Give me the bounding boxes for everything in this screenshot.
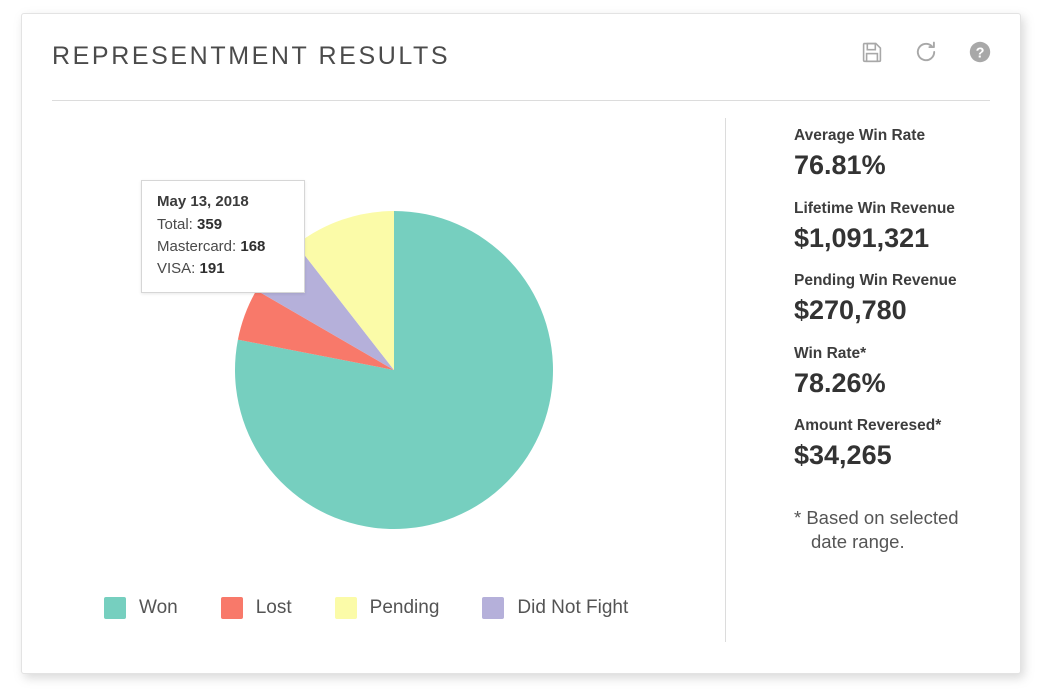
stat-value: $34,265	[794, 440, 892, 471]
chart-legend: Won Lost Pending Did Not Fight	[104, 597, 628, 619]
footnote-line-1: * Based on selected	[794, 506, 959, 528]
legend-swatch-lost	[220, 597, 243, 619]
tooltip-row-visa-value: 191	[199, 260, 225, 278]
header-icon-group: ?	[860, 40, 992, 64]
help-icon[interactable]: ?	[968, 40, 992, 64]
legend-item-pending[interactable]: Pending	[334, 597, 440, 619]
stat-label: Amount Reveresed*	[794, 417, 942, 435]
tooltip-row-mastercard: Mastercard: 168	[157, 236, 290, 258]
stat-win-rate: Win Rate* 78.26%	[794, 344, 1014, 402]
stat-amount-reversed: Amount Reveresed* $34,265	[794, 416, 1014, 474]
stat-value: $270,780	[794, 295, 907, 326]
stat-label: Lifetime Win Revenue	[794, 199, 955, 217]
stat-value: $1,091,321	[794, 222, 930, 253]
stats-panel: Average Win Rate 76.81% Lifetime Win Rev…	[794, 126, 1014, 553]
footnote: * Based on selected date range.	[794, 506, 1004, 553]
stat-label: Win Rate*	[794, 344, 867, 362]
chart-area: May 13, 2018 Total: 359 Mastercard: 168 …	[22, 101, 725, 661]
page-title: REPRESENTMENT RESULTS	[52, 42, 451, 70]
tooltip-row-mastercard-label: Mastercard:	[157, 238, 237, 256]
pie-tooltip: May 13, 2018 Total: 359 Mastercard: 168 …	[141, 180, 305, 294]
tooltip-row-visa: VISA: 191	[157, 258, 290, 280]
legend-item-lost[interactable]: Lost	[220, 597, 292, 619]
save-icon[interactable]	[860, 40, 884, 64]
vertical-divider	[725, 118, 726, 642]
legend-item-won[interactable]: Won	[104, 597, 178, 619]
legend-swatch-won	[104, 597, 126, 619]
tooltip-row-total-value: 359	[197, 216, 223, 233]
legend-label-pending: Pending	[369, 597, 440, 618]
legend-swatch-pending	[334, 597, 357, 619]
tooltip-row-total-label: Total:	[157, 216, 193, 233]
refresh-icon[interactable]	[914, 40, 938, 64]
stat-label: Pending Win Revenue	[794, 272, 957, 290]
legend-item-did-not-fight[interactable]: Did Not Fight	[482, 597, 628, 619]
stat-lifetime-win-revenue: Lifetime Win Revenue $1,091,321	[794, 199, 1014, 257]
tooltip-row-total: Total: 359	[157, 214, 290, 236]
tooltip-row-mastercard-value: 168	[240, 238, 266, 256]
representment-results-card: REPRESENTMENT RESULTS ? May 13, 2018 Tot…	[21, 13, 1021, 674]
legend-label-won: Won	[139, 597, 178, 618]
footnote-line-2: date range.	[811, 530, 905, 552]
tooltip-row-visa-label: VISA:	[157, 260, 196, 278]
stat-pending-win-revenue: Pending Win Revenue $270,780	[794, 271, 1014, 329]
svg-text:?: ?	[976, 45, 985, 61]
stat-value: 76.81%	[794, 150, 886, 181]
legend-label-did-not-fight: Did Not Fight	[517, 597, 629, 618]
stat-label: Average Win Rate	[794, 127, 926, 144]
card-header: REPRESENTMENT RESULTS ?	[22, 14, 1020, 101]
card-body: May 13, 2018 Total: 359 Mastercard: 168 …	[22, 101, 1020, 673]
legend-label-lost: Lost	[255, 597, 292, 618]
stat-value: 78.26%	[794, 367, 886, 398]
stat-average-win-rate: Average Win Rate 76.81%	[794, 126, 1014, 184]
tooltip-date: May 13, 2018	[157, 193, 249, 210]
legend-swatch-did-not-fight	[482, 597, 505, 619]
